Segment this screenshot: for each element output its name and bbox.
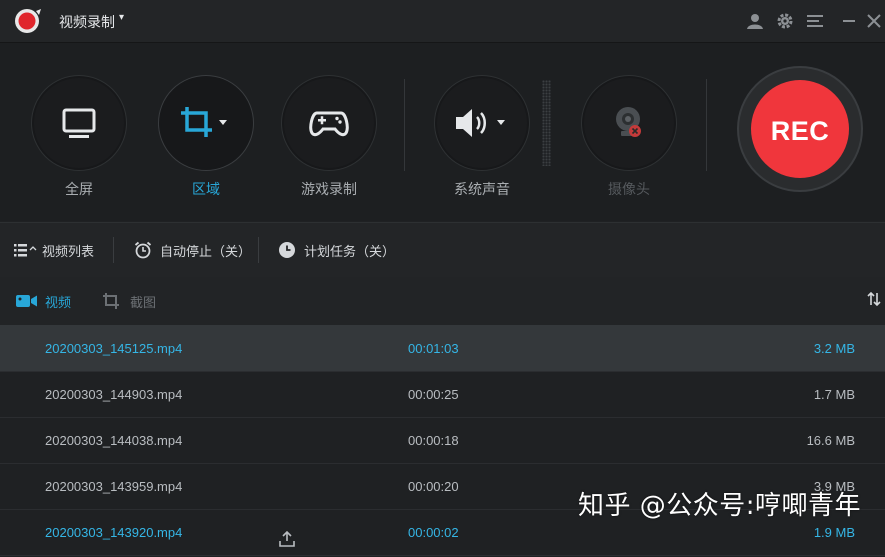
app-logo-icon [15,9,41,33]
drag-handle[interactable] [542,80,551,166]
tab-screenshot-label: 截图 [130,294,157,310]
auto-stop-label: 自动停止（关） [160,243,252,259]
fullscreen-label: 全屏 [65,181,93,197]
crop-icon [103,293,119,309]
table-row[interactable]: 20200303_144038.mp4 00:00:18 16.6 MB [0,417,885,464]
game-record-label: 游戏录制 [301,181,357,197]
video-list-toggle[interactable]: 视频列表 [14,223,94,277]
file-name: 20200303_143959.mp4 [45,479,183,494]
file-size: 3.2 MB [813,341,855,356]
system-sound-button[interactable] [434,75,530,171]
file-duration: 00:00:18 [408,433,459,448]
file-name: 20200303_144903.mp4 [45,387,183,402]
video-camera-icon [16,295,37,307]
webcam-label: 摄像头 [608,181,650,197]
app-title[interactable]: 视频录制 [59,12,115,32]
file-size: 1.7 MB [813,387,855,402]
file-size: 16.6 MB [806,433,855,448]
webcam-icon [616,107,641,137]
upload-icon[interactable] [278,530,296,548]
auto-stop-button[interactable]: 自动停止（关） [134,223,251,277]
watermark-text: 知乎 @公众号:哼唧青年 [578,491,862,521]
rec-button-core[interactable]: REC [751,80,849,178]
region-button[interactable] [158,75,254,171]
user-icon[interactable] [746,12,764,30]
system-sound-label: 系统声音 [454,181,510,197]
file-name: 20200303_143920.mp4 [45,525,183,540]
title-bar: 视频录制 ▾ [0,0,885,43]
tab-video[interactable]: 视频 [16,277,71,325]
file-duration: 00:00:02 [408,525,459,540]
options-divider [258,237,259,263]
title-dropdown-icon[interactable]: ▾ [119,12,124,23]
webcam-button[interactable] [581,75,677,171]
options-bar: 视频列表 自动停止（关） 计划任务（关） [0,222,885,278]
speaker-icon [456,109,505,137]
clock-icon [279,242,295,258]
file-duration: 00:00:20 [408,479,459,494]
crop-icon [181,107,227,137]
schedule-button[interactable]: 计划任务（关） [278,223,395,277]
close-icon[interactable] [865,12,883,30]
sort-icon[interactable] [867,291,881,307]
options-divider [113,237,114,263]
table-row[interactable]: 20200303_145125.mp4 00:01:03 3.2 MB [0,325,885,372]
fullscreen-button[interactable] [31,75,127,171]
file-duration: 00:00:25 [408,387,459,402]
alarm-clock-icon [134,241,152,259]
monitor-icon [62,108,96,138]
file-duration: 00:01:03 [408,341,459,356]
menu-icon[interactable] [806,12,824,30]
media-tabs: 视频 截图 [0,277,885,325]
game-record-button[interactable] [281,75,377,171]
file-name: 20200303_144038.mp4 [45,433,183,448]
minimize-icon[interactable] [840,12,858,30]
toolbar-divider [404,79,405,171]
toolbar-divider [706,79,707,171]
gamepad-icon [309,111,349,137]
tab-video-label: 视频 [45,294,72,310]
file-name: 20200303_145125.mp4 [45,341,183,356]
schedule-label: 计划任务（关） [304,243,396,259]
settings-gear-icon[interactable] [776,12,794,30]
region-label: 区域 [192,181,220,197]
video-list-label: 视频列表 [42,243,95,259]
tab-screenshot[interactable]: 截图 [102,277,156,325]
rec-label: REC [770,116,830,146]
rec-button[interactable]: REC [737,66,863,192]
table-row[interactable]: 20200303_144903.mp4 00:00:25 1.7 MB [0,371,885,418]
list-collapse-icon [14,244,37,257]
